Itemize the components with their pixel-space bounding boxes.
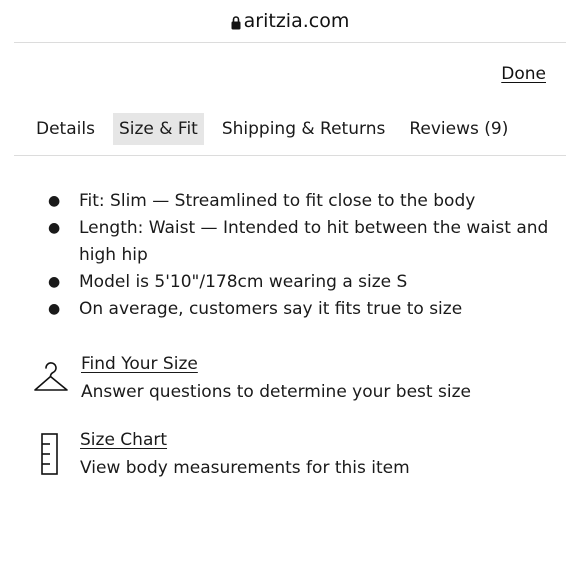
tab-reviews[interactable]: Reviews (9) — [403, 113, 514, 145]
tab-bar: Details Size & Fit Shipping & Returns Re… — [14, 112, 526, 146]
ruler-icon — [41, 433, 58, 475]
list-item: ● On average, customers say it fits true… — [48, 296, 549, 323]
bullet: ● — [48, 274, 61, 290]
done-button[interactable]: Done — [501, 64, 546, 84]
address-bar[interactable]: aritzia.com — [0, 0, 580, 42]
tabs-divider — [14, 155, 566, 156]
list-item: ● Fit: Slim — Streamlined to fit close t… — [48, 188, 549, 215]
find-your-size-link[interactable]: Find Your Size — [81, 352, 471, 376]
tab-shipping-returns[interactable]: Shipping & Returns — [216, 113, 392, 145]
fit-details-list: ● Fit: Slim — Streamlined to fit close t… — [48, 188, 549, 323]
bullet: ● — [48, 193, 61, 209]
fit-detail-text: Fit: Slim — Streamlined to fit close to … — [79, 191, 476, 211]
size-chart-text: Size Chart View body measurements for th… — [80, 428, 410, 481]
fit-detail-text: Length: Waist — Intended to hit between … — [79, 218, 549, 265]
size-chart-link[interactable]: Size Chart — [80, 428, 410, 452]
bullet: ● — [48, 220, 61, 236]
tab-details[interactable]: Details — [30, 113, 101, 145]
fit-detail-text: Model is 5'10"/178cm wearing a size S — [79, 272, 408, 292]
list-item: ● Length: Waist — Intended to hit betwee… — [48, 215, 549, 269]
url-text: aritzia.com — [243, 10, 350, 32]
size-chart-description: View body measurements for this item — [80, 458, 410, 478]
find-your-size-description: Answer questions to determine your best … — [81, 382, 471, 402]
lock-icon — [231, 15, 241, 29]
fit-detail-text: On average, customers say it fits true t… — [79, 299, 463, 319]
find-your-size-text: Find Your Size Answer questions to deter… — [81, 352, 471, 405]
hanger-icon — [34, 362, 68, 391]
address-bar-divider — [14, 42, 566, 43]
list-item: ● Model is 5'10"/178cm wearing a size S — [48, 269, 549, 296]
find-your-size-section: Find Your Size Answer questions to deter… — [32, 352, 471, 405]
tab-size-fit[interactable]: Size & Fit — [112, 113, 204, 145]
bullet: ● — [48, 301, 61, 317]
size-chart-section: Size Chart View body measurements for th… — [38, 428, 410, 481]
